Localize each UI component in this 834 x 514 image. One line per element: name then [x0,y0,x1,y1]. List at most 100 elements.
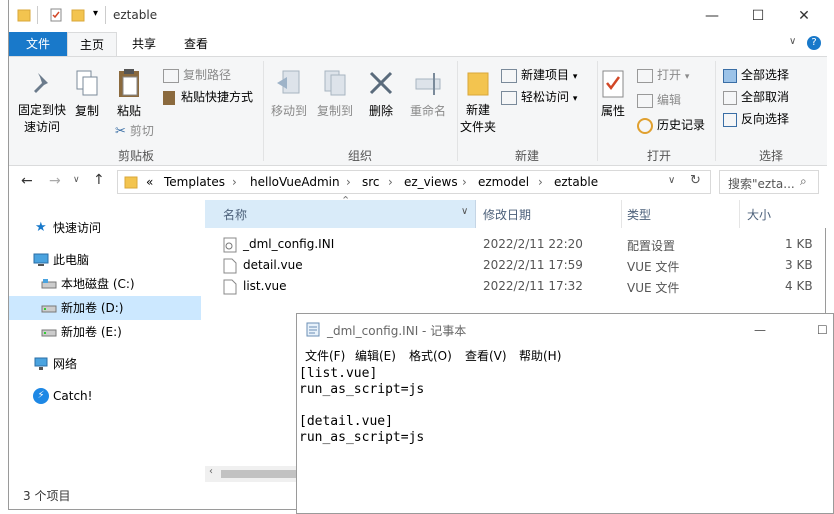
edit-icon [637,93,653,108]
search-input[interactable]: 搜索"ezta... [728,175,795,192]
notepad-text-area[interactable]: [list.vue] run_as_script=js [detail.vue]… [299,366,424,446]
history-button[interactable]: 历史记录 [637,116,705,134]
breadcrumb-item[interactable]: eztable [554,175,598,189]
ribbon-divider [263,61,264,161]
new-folder-button[interactable]: 新建 文件夹 [457,67,499,136]
nav-item-this-pc[interactable]: 此电脑 [9,248,201,272]
pin-quick-access-button[interactable]: 固定到快 速访问 [13,67,71,136]
move-to-button[interactable]: 移动到 [267,67,311,119]
breadcrumb-item[interactable]: ez_views [404,175,458,189]
file-row[interactable]: detail.vue 2022/2/11 17:59 VUE 文件 3 KB [219,255,827,276]
column-header-name[interactable]: 名称 ⌃ ∨ [205,194,476,228]
tab-share[interactable]: 共享 [121,32,167,56]
tab-view[interactable]: 查看 [173,32,219,56]
invert-selection-icon [723,112,737,127]
nav-item-drive-e[interactable]: 新加卷 (E:) [9,320,201,344]
open-button[interactable]: 打开 ▾ [637,66,689,83]
breadcrumb-item[interactable]: helloVueAdmin [250,175,340,189]
copy-path-button[interactable]: 复制路径 [163,66,231,83]
forward-arrow-icon[interactable]: → [49,173,61,189]
paste-button[interactable]: 粘贴 [111,67,147,119]
delete-button[interactable]: 删除 [361,67,401,119]
file-name: detail.vue [243,258,303,272]
tab-file[interactable]: 文件 [9,32,67,56]
column-header-type[interactable]: 类型 [627,200,740,228]
address-dropdown-icon[interactable]: ∨ [668,175,675,186]
scrollbar-thumb[interactable] [221,470,301,478]
search-icon[interactable]: ⌕ [800,174,807,189]
breadcrumb-item[interactable]: ezmodel [478,175,529,189]
breadcrumb-separator-icon[interactable]: › [232,175,237,189]
horizontal-scrollbar[interactable]: ‹ [205,466,305,482]
cut-button[interactable]: ✂ 剪切 [115,122,154,139]
menu-view[interactable]: 查看(V) [465,347,507,364]
copy-to-label: 复制到 [316,104,353,118]
back-arrow-icon[interactable]: ← [21,173,33,189]
breadcrumb-separator-icon[interactable]: › [462,175,467,189]
open-label: 打开 [657,68,682,82]
select-all-button[interactable]: 全部选择 [723,66,789,83]
menu-edit[interactable]: 编辑(E) [355,347,396,364]
copy-to-icon [324,70,346,96]
notepad-minimize-button[interactable]: — [737,318,783,342]
menu-format[interactable]: 格式(O) [409,347,452,364]
notepad-maximize-button[interactable]: ☐ [817,318,834,342]
file-row[interactable]: _dml_config.INI 2022/2/11 22:20 配置设置 1 K… [219,234,827,255]
up-arrow-icon[interactable]: ↑ [93,172,105,188]
recent-locations-icon[interactable]: ∨ [73,175,80,185]
refresh-icon[interactable]: ↻ [690,173,701,188]
breadcrumb-item[interactable]: src [362,175,380,189]
column-header-modified[interactable]: 修改日期 [481,200,622,228]
paste-shortcut-icon [163,90,175,105]
breadcrumb-separator-icon[interactable]: › [346,175,351,189]
search-box[interactable]: 搜索"ezta... ⌕ [719,170,819,194]
easy-access-button[interactable]: 轻松访问 ▾ [501,88,577,105]
computer-icon [33,253,49,266]
nav-item-catch[interactable]: ⚡ Catch! [9,384,201,408]
invert-selection-button[interactable]: 反向选择 [723,110,789,127]
breadcrumb-item[interactable]: Templates [164,175,225,189]
qat-dropdown-icon[interactable]: ▾ [93,8,98,19]
close-button[interactable]: ✕ [781,0,827,32]
config-file-icon [223,237,237,253]
breadcrumb-separator-icon[interactable]: › [538,175,543,189]
help-icon[interactable]: ? [807,36,821,50]
copy-to-button[interactable]: 复制到 [313,67,357,119]
select-none-button[interactable]: 全部取消 [723,88,789,105]
easy-access-icon [501,90,517,105]
scroll-left-icon[interactable]: ‹ [209,466,213,477]
easy-access-label: 轻松访问 [521,90,570,104]
rename-button[interactable]: 重命名 [403,67,453,119]
select-all-icon [723,68,737,83]
properties-icon[interactable] [49,8,63,22]
maximize-button[interactable]: ☐ [735,0,781,32]
ribbon-divider [715,61,716,161]
breadcrumb-separator-icon[interactable]: › [388,175,393,189]
new-folder-icon[interactable] [71,8,85,22]
minimize-button[interactable]: — [689,0,735,32]
new-item-button[interactable]: 新建项目 ▾ [501,66,577,83]
file-row[interactable]: list.vue 2022/2/11 17:32 VUE 文件 4 KB [219,276,827,297]
nav-item-drive-c[interactable]: 本地磁盘 (C:) [9,272,201,296]
column-header-size[interactable]: 大小 [747,200,817,228]
address-bar[interactable]: « Templates › helloVueAdmin › src › ez_v… [117,170,711,194]
tab-home[interactable]: 主页 [67,32,117,56]
clipboard-group-label: 剪贴板 [117,149,154,163]
copy-button[interactable]: 复制 [71,67,103,119]
new-item-icon [501,68,517,83]
file-modified: 2022/2/11 17:59 [483,258,583,272]
ribbon-collapse-icon[interactable]: ∨ [789,36,796,47]
file-icon [223,258,237,274]
menu-help[interactable]: 帮助(H) [519,347,561,364]
nav-item-quick-access[interactable]: ★ 快速访问 [9,216,201,240]
history-icon [637,117,653,134]
nav-item-network[interactable]: 网络 [9,352,201,376]
column-dropdown-icon[interactable]: ∨ [461,206,468,217]
nav-item-drive-d[interactable]: 新加卷 (D:) [9,296,201,320]
new-folder-label: 新建 文件夹 [459,103,496,134]
paste-shortcut-button[interactable]: 粘贴快捷方式 [163,88,253,105]
menu-file[interactable]: 文件(F) [305,347,345,364]
edit-button[interactable]: 编辑 [637,91,681,108]
properties-button[interactable]: 属性 [597,67,629,119]
breadcrumb-overflow[interactable]: « [146,175,153,189]
